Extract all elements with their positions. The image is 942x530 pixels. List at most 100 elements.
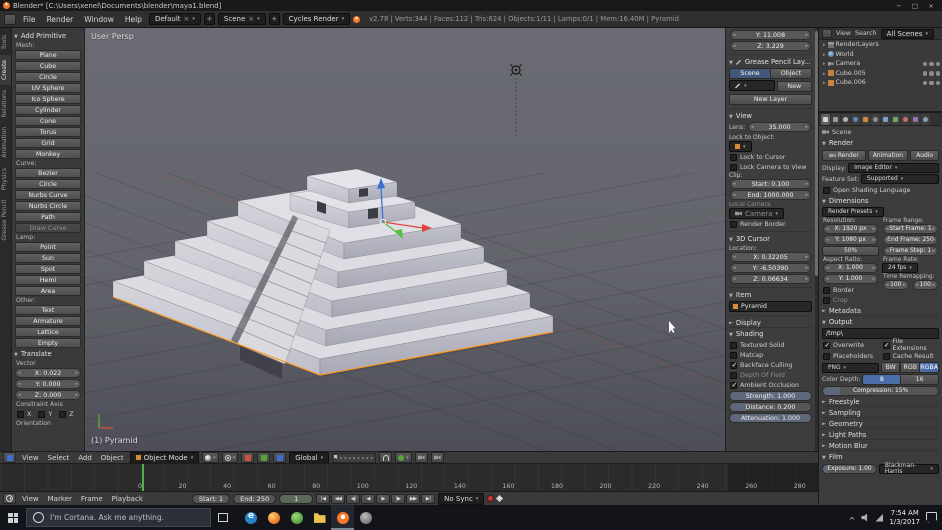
taskbar-app-edge[interactable] <box>239 505 262 530</box>
remap-old-field[interactable]: 100 <box>883 280 909 290</box>
backface-culling-checkbox[interactable]: Backface Culling <box>730 360 811 370</box>
color-mode-rgb[interactable]: RGB <box>900 362 921 373</box>
props-tab-data[interactable] <box>891 113 900 125</box>
disclosure-icon[interactable] <box>823 79 826 86</box>
checkbox-icon[interactable] <box>882 352 890 360</box>
props-tab-render[interactable] <box>821 113 830 125</box>
ambient-occlusion-checkbox[interactable]: Ambient Occlusion <box>730 380 811 390</box>
disclosure-icon[interactable] <box>823 60 826 67</box>
snap-toggle-button[interactable] <box>379 452 393 463</box>
props-tab-object[interactable] <box>861 113 870 125</box>
constraint-y-checkbox[interactable]: Y <box>38 409 52 419</box>
menu-window[interactable]: Window <box>80 14 118 25</box>
constraint-x-checkbox[interactable]: X <box>17 409 31 419</box>
timeline-menu-frame[interactable]: Frame <box>78 494 106 504</box>
panel-header-grease-pencil[interactable]: Grease Pencil Lay... <box>729 57 812 67</box>
color-mode-bw[interactable]: BW <box>880 362 901 373</box>
render-border-checkbox[interactable]: Render Border <box>730 219 811 229</box>
manipulator-translate-button[interactable] <box>241 452 255 463</box>
outliner-row-cube006[interactable]: Cube.006 <box>819 78 942 88</box>
checkbox-icon[interactable] <box>730 351 737 359</box>
color-depth-16[interactable]: 16 <box>901 374 939 385</box>
resolution-y-field[interactable]: Y: 1080 px <box>823 235 878 245</box>
checkbox-icon[interactable] <box>823 286 830 294</box>
shelf-tab-animation[interactable]: Animation <box>0 122 11 163</box>
lock-cursor-checkbox[interactable]: Lock to Cursor <box>730 152 811 162</box>
lock-object-selector[interactable] <box>729 141 752 152</box>
timeline-menu-view[interactable]: View <box>19 494 42 504</box>
disclosure-icon[interactable] <box>823 51 826 58</box>
collapsed-panel-header[interactable]: Freestyle <box>822 397 939 407</box>
close-button[interactable]: × <box>923 0 939 11</box>
add-curve-button[interactable]: Circle <box>15 179 81 189</box>
cursor-y-field[interactable]: Y: -6.50390 <box>730 263 811 273</box>
add-mesh-button[interactable]: Circle <box>15 72 81 82</box>
timeline-menu-playback[interactable]: Playback <box>109 494 146 504</box>
add-lamp-button[interactable]: Area <box>15 286 81 296</box>
auto-keyframe-button[interactable] <box>487 495 495 502</box>
remap-new-field[interactable]: 100 <box>912 280 938 290</box>
checkbox-icon[interactable] <box>730 163 737 171</box>
current-frame-field[interactable]: 1 <box>279 493 314 504</box>
checkbox-icon[interactable] <box>882 341 890 349</box>
checkbox-icon[interactable] <box>730 381 737 389</box>
props-tab-physics[interactable] <box>921 113 930 125</box>
playback-button[interactable]: |▶ <box>391 493 406 504</box>
shelf-tab-grease-pencil[interactable]: Grease Pencil <box>0 195 11 246</box>
render-animation-button[interactable]: Animation <box>867 150 909 161</box>
menu-file[interactable]: File <box>19 14 40 25</box>
checkbox-icon[interactable] <box>730 341 737 349</box>
resolution-percentage-button[interactable]: 50% <box>822 246 879 256</box>
add-lamp-button[interactable]: Point <box>15 242 81 252</box>
collapsed-panel-header[interactable]: Light Paths <box>822 430 939 440</box>
feature-set-selector[interactable]: Supported <box>861 174 939 184</box>
viewport-menu-select[interactable]: Select <box>45 453 73 463</box>
osl-checkbox[interactable]: Open Shading Language <box>823 185 938 195</box>
checkbox-icon[interactable] <box>823 341 830 349</box>
snap-element-selector[interactable] <box>395 452 412 463</box>
playback-button[interactable]: ▶| <box>421 493 436 504</box>
props-tab-constraints[interactable] <box>871 113 880 125</box>
matcap-checkbox[interactable]: Matcap <box>730 350 811 360</box>
clip-end-field[interactable]: End: 1000.000 <box>730 190 811 200</box>
grease-scene-toggle[interactable]: Scene <box>729 68 771 79</box>
props-tab-render-layers[interactable] <box>831 113 840 125</box>
layers-widget[interactable] <box>332 452 377 463</box>
clip-start-field[interactable]: Start: 0.100 <box>730 179 811 189</box>
props-tab-modifiers[interactable] <box>881 113 890 125</box>
compression-slider[interactable]: Compression: 15% <box>822 386 939 396</box>
add-mesh-button[interactable]: Torus <box>15 127 81 137</box>
playback-button[interactable]: ▶▶ <box>406 493 421 504</box>
translate-z-field[interactable]: Z: 0.000 <box>15 390 81 400</box>
color-depth-8[interactable]: 8 <box>862 374 902 385</box>
grease-object-toggle[interactable]: Object <box>771 68 812 79</box>
taskbar-app-green[interactable] <box>285 505 308 530</box>
outliner-editor-type-button[interactable] <box>822 29 832 38</box>
checkbox-icon[interactable] <box>823 296 830 304</box>
color-mode-rgba[interactable]: RGBA <box>920 362 940 373</box>
tray-expand-icon[interactable] <box>849 508 856 527</box>
file-extensions-checkbox[interactable]: File Extensions <box>882 338 939 352</box>
local-camera-selector[interactable]: Camera <box>729 208 784 219</box>
selectability-toggle-icon[interactable] <box>929 71 934 76</box>
outliner-row-cube005[interactable]: Cube.005 <box>819 69 942 79</box>
checkbox-icon[interactable] <box>59 410 67 418</box>
info-editor-type-icon[interactable] <box>4 13 16 25</box>
disclosure-icon[interactable] <box>823 70 826 77</box>
ao-strength-slider[interactable]: Strength: 1.000 <box>729 391 812 401</box>
taskbar-clock[interactable]: 7:54 AM 1/3/2017 <box>889 509 920 527</box>
keying-set-icon[interactable] <box>496 494 504 503</box>
add-mesh-button[interactable]: Monkey <box>15 149 81 159</box>
props-tab-scene[interactable] <box>841 113 850 125</box>
outliner-display-mode-selector[interactable]: All Scenes <box>880 28 935 39</box>
add-curve-button[interactable]: Bezier <box>15 168 81 178</box>
checkbox-icon[interactable] <box>730 361 737 369</box>
add-mesh-button[interactable]: Cube <box>15 61 81 71</box>
add-lamp-button[interactable]: Sun <box>15 253 81 263</box>
checkbox-icon[interactable] <box>730 153 737 161</box>
visibility-toggle-icon[interactable] <box>922 71 927 76</box>
task-view-button[interactable] <box>211 505 235 530</box>
dof-checkbox[interactable]: Depth Of Field <box>730 370 811 380</box>
add-mesh-button[interactable]: Plane <box>15 50 81 60</box>
props-tab-material[interactable] <box>901 113 910 125</box>
